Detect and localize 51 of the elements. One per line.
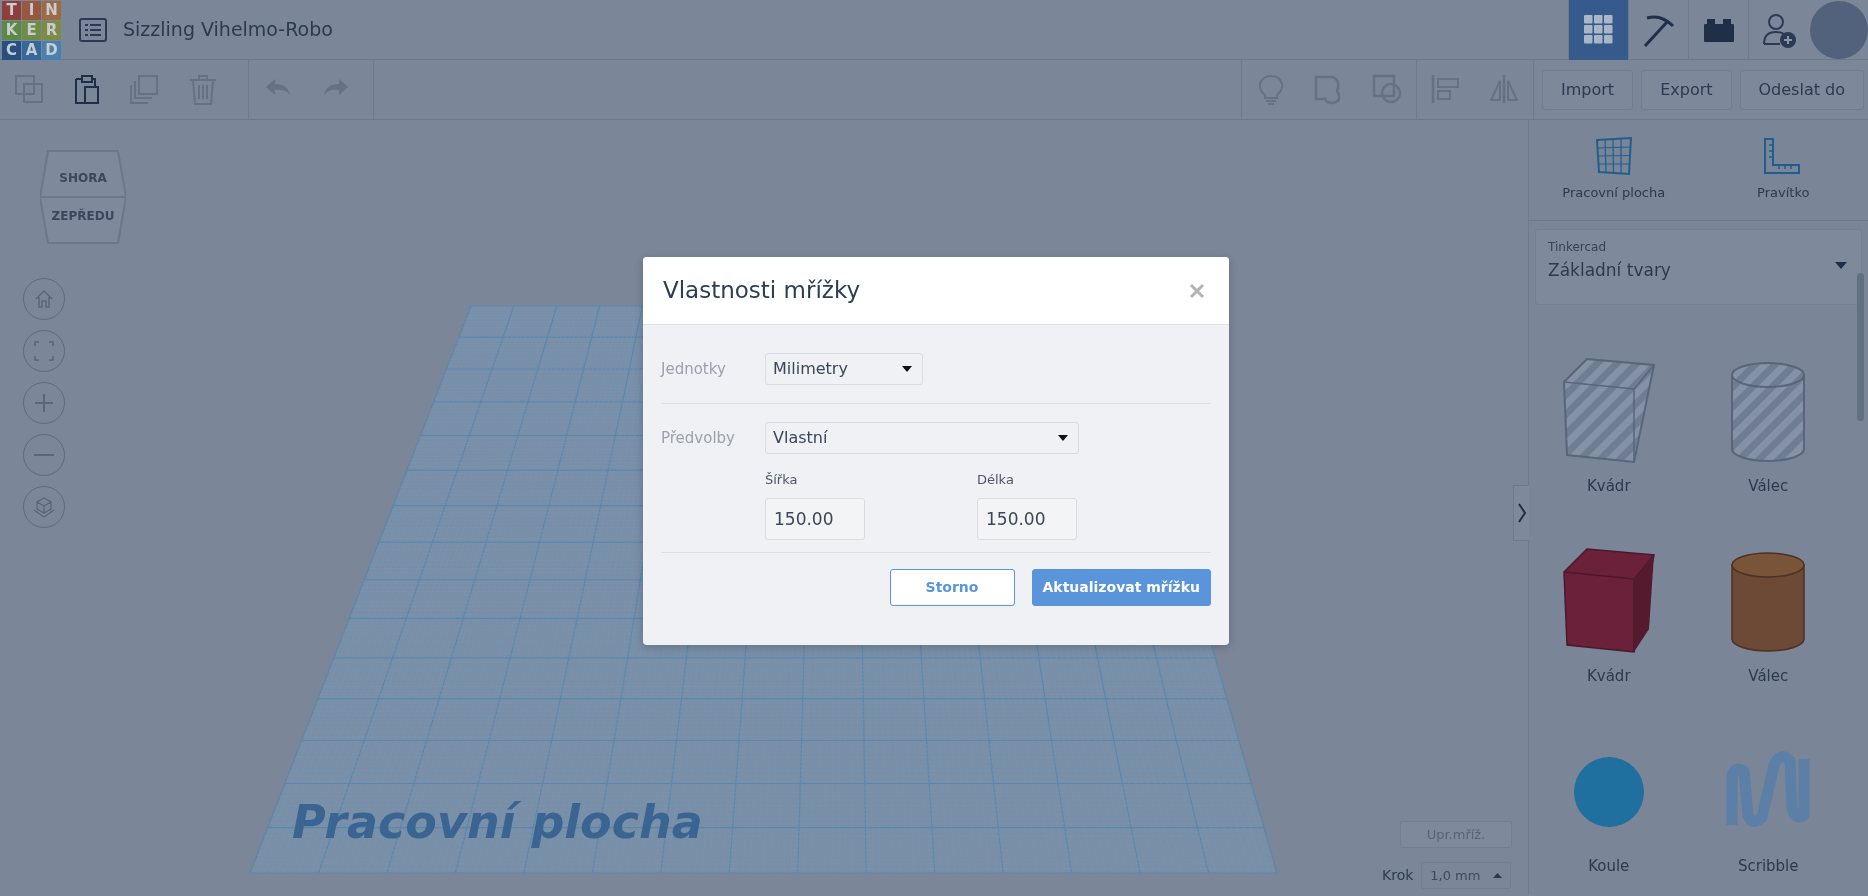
shape-item[interactable]: Válec (1688, 327, 1848, 507)
shape-item[interactable]: Kvádr (1529, 327, 1689, 507)
snap-label: Krok (1382, 866, 1414, 885)
toolbar-button[interactable]: Odeslat do (1739, 69, 1864, 110)
grid-view-tab[interactable] (1568, 0, 1628, 60)
minus-icon (34, 454, 54, 456)
workplane-grid-icon (1593, 137, 1634, 178)
workplane-tool-button[interactable]: Pracovní plocha (1529, 120, 1699, 220)
number-input-field[interactable]: 150.00 (977, 497, 1077, 540)
shape-item[interactable]: Koule (1529, 707, 1689, 887)
caret-icon (1058, 435, 1068, 441)
design-title[interactable]: Sizzling Vihelmo-Robo (123, 15, 333, 44)
library-dropdown[interactable]: Tinkercad Základní tvary (1535, 229, 1862, 305)
dropdown-select[interactable]: Milimetry (765, 353, 923, 385)
field-label: Délka (977, 471, 1015, 489)
workplane-label: Pracovní plocha (292, 794, 703, 851)
field-label: Předvolby (661, 427, 736, 449)
snap-select[interactable]: 1,0 mm (1421, 862, 1512, 889)
field-label: Jednotky (661, 358, 727, 380)
dialog-title: Vlastnosti mřížky (663, 276, 860, 305)
cube-face-label: ZEPŘEDU (50, 207, 116, 225)
cube-face-label: SHORA (58, 170, 108, 187)
shape-item[interactable]: Scribble (1688, 707, 1848, 887)
ruler-tool-button[interactable]: Pravítko (1698, 120, 1868, 220)
update-grid-button[interactable]: Aktualizovat mřížku (1031, 568, 1211, 606)
shape-item[interactable]: Kvádr (1529, 517, 1689, 697)
bricks-icon (1703, 17, 1734, 42)
list-icon[interactable] (79, 17, 107, 42)
toolbar-button[interactable]: Import (1542, 69, 1634, 110)
avatar[interactable] (1810, 0, 1868, 59)
home-icon (33, 288, 55, 310)
caret-icon (1835, 262, 1847, 269)
close-icon (1189, 283, 1205, 299)
cancel-button[interactable]: Storno (889, 568, 1015, 606)
caret-icon (1493, 873, 1503, 878)
number-input-field[interactable]: 150.00 (765, 497, 865, 540)
scrollbar-thumb[interactable] (1857, 273, 1864, 421)
toolbar-button[interactable]: Export (1641, 69, 1732, 110)
fit-view-icon (33, 340, 55, 362)
dropdown-select[interactable]: Vlastní (765, 422, 1079, 454)
shape-item[interactable]: Válec (1688, 517, 1848, 697)
field-label: Šířka (765, 471, 799, 489)
collapse-panel-button[interactable] (1513, 485, 1529, 541)
logo[interactable]: T I N K E R C A D (2, 1, 61, 60)
cube-icon (33, 496, 55, 518)
add-user-icon (1761, 11, 1796, 48)
plus-icon (33, 392, 55, 414)
view-cube[interactable]: SHORA ZEPŘEDU (40, 149, 126, 246)
grid-icon (1584, 15, 1613, 44)
caret-icon (902, 366, 912, 372)
chevron-icon (1517, 503, 1526, 523)
